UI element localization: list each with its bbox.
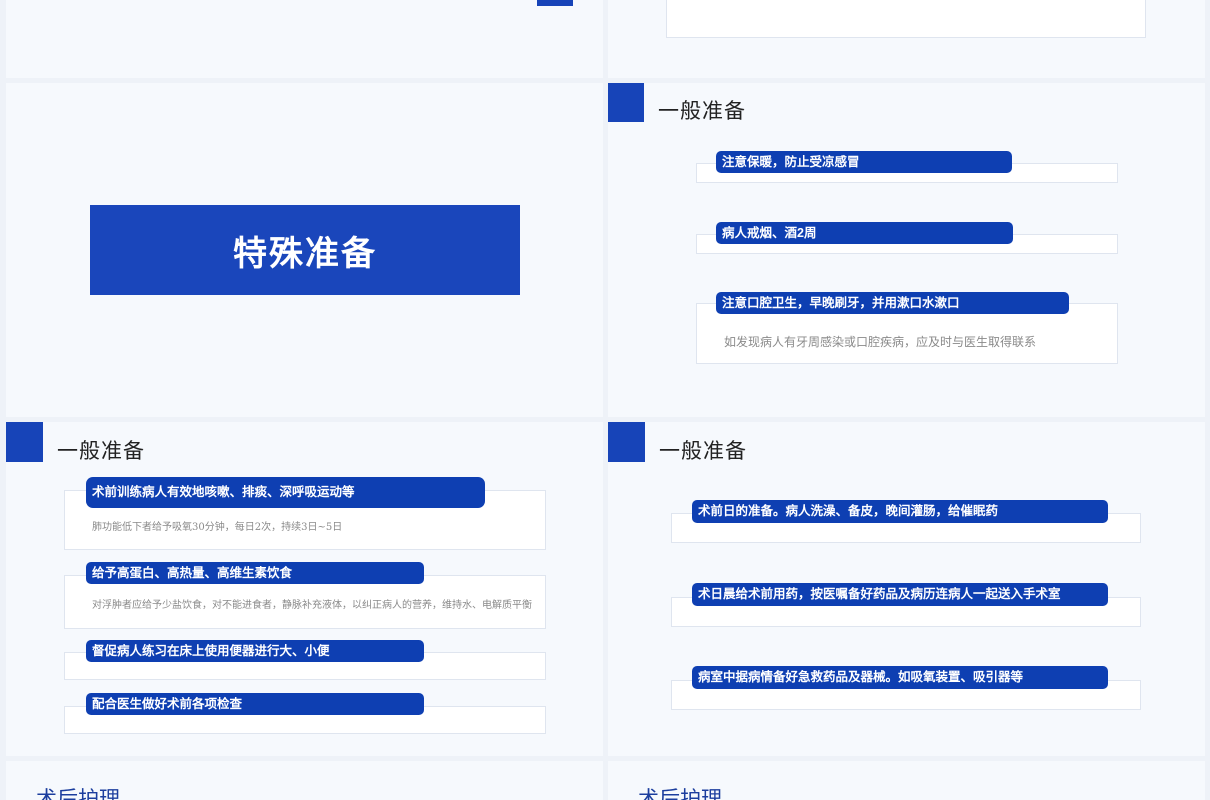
item-label: 督促病人练习在床上使用便器进行大、小便 <box>86 640 424 662</box>
slide-general-preparation-c[interactable]: 一般准备 术前日的准备。病人洗澡、备皮，晚间灌肠，给催眠药 术日晨给术前用药，按… <box>608 422 1205 756</box>
item-description: 如发现病人有牙周感染或口腔疾病，应及时与医生取得联系 <box>724 335 1037 349</box>
item-description: 对浮肿者应给予少盐饮食，对不能进食者，静脉补充液体，以纠正病人的营养，维持水、电… <box>92 600 532 611</box>
accent-square <box>608 83 644 122</box>
slide-title: 一般准备 <box>57 439 145 463</box>
slide-title: 术后护理 <box>36 787 120 800</box>
section-title: 特殊准备 <box>233 234 377 273</box>
item-description: 肺功能低下者给予吸氧30分钟，每日2次，持续3日~5日 <box>92 522 343 533</box>
item-label: 病室中据病情备好急救药品及器械。如吸氧装置、吸引器等 <box>692 666 1108 689</box>
slide-general-preparation-a[interactable]: 一般准备 注意保暖，防止受凉感冒 病人戒烟、酒2周 注意口腔卫生，早晚刷牙，并用… <box>608 83 1205 417</box>
content-box <box>666 0 1146 38</box>
accent-square <box>608 422 645 462</box>
slide-post-op-right-partial[interactable]: 术后护理 <box>608 761 1205 800</box>
item-label: 配合医生做好术前各项检查 <box>86 693 424 715</box>
item-label: 术前日的准备。病人洗澡、备皮，晚间灌肠，给催眠药 <box>692 500 1108 523</box>
section-title-box: 特殊准备 <box>90 205 520 295</box>
item-label: 给予高蛋白、高热量、高维生素饮食 <box>86 562 424 584</box>
item-label: 注意保暖，防止受凉感冒 <box>716 151 1012 173</box>
item-label: 术前训练病人有效地咳嗽、排痰、深呼吸运动等 <box>86 477 485 508</box>
slide-general-preparation-b[interactable]: 一般准备 术前训练病人有效地咳嗽、排痰、深呼吸运动等 肺功能低下者给予吸氧30分… <box>6 422 603 756</box>
slide-title: 一般准备 <box>659 439 747 463</box>
slide-special-preparation[interactable]: 特殊准备 <box>6 83 603 417</box>
slide-title: 一般准备 <box>658 99 746 123</box>
slide-title: 术后护理 <box>638 787 722 800</box>
slide-top-right-partial[interactable] <box>608 0 1205 78</box>
slide-post-op-left-partial[interactable]: 术后护理 <box>6 761 603 800</box>
item-label: 术日晨给术前用药，按医嘱备好药品及病历连病人一起送入手术室 <box>692 583 1108 606</box>
item-label: 注意口腔卫生，早晚刷牙，并用漱口水漱口 <box>716 292 1069 314</box>
accent-square <box>6 422 43 462</box>
accent-square <box>537 0 573 6</box>
item-label: 病人戒烟、酒2周 <box>716 222 1013 244</box>
slide-top-left-partial[interactable] <box>6 0 603 78</box>
